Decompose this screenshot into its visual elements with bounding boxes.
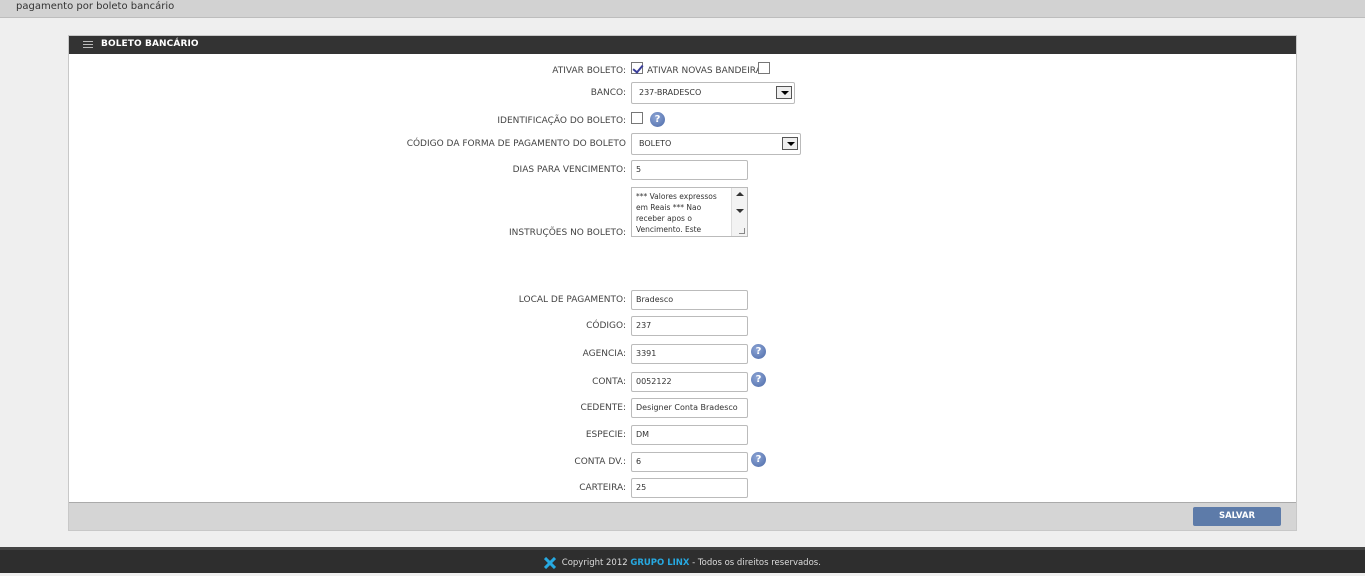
panel-header: BOLETO BANCÁRIO (69, 36, 1296, 54)
rights-text: - Todos os direitos reservados. (692, 558, 821, 568)
carteira-label: CARTEIRA: (579, 483, 626, 493)
page-title: pagamento por boleto bancário (16, 1, 175, 12)
cedente-label: CEDENTE: (580, 403, 626, 413)
ativar-boleto-checkbox[interactable] (631, 62, 643, 74)
boleto-panel: BOLETO BANCÁRIO ATIVAR BOLETO: ATIVAR NO… (68, 35, 1297, 531)
local-pagamento-input[interactable]: Bradesco (631, 290, 748, 310)
codigo-forma-label: CÓDIGO DA FORMA DE PAGAMENTO DO BOLETO (406, 139, 626, 149)
chevron-down-icon[interactable] (782, 137, 798, 150)
ativar-boleto-label: ATIVAR BOLETO: (552, 66, 626, 76)
ativar-bandeiras-checkbox[interactable] (758, 62, 770, 74)
menu-icon[interactable] (83, 41, 93, 49)
copyright-text: Copyright 2012 (561, 558, 628, 568)
local-pagamento-label: LOCAL DE PAGAMENTO: (518, 295, 626, 305)
help-icon[interactable]: ? (751, 452, 766, 467)
cedente-input[interactable]: Designer Conta Bradesco (631, 398, 748, 418)
conta-label: CONTA: (592, 377, 626, 387)
conta-dv-label: CONTA DV.: (574, 457, 626, 467)
instrucoes-value: *** Valores expressos em Reais *** Nao r… (636, 192, 717, 234)
instrucoes-textarea[interactable]: *** Valores expressos em Reais *** Nao r… (631, 187, 748, 237)
resize-grip-icon[interactable] (739, 228, 745, 234)
identificacao-label: IDENTIFICAÇÃO DO BOLETO: (497, 116, 626, 126)
top-bar: pagamento por boleto bancário (0, 0, 1365, 18)
banco-label: BANCO: (590, 88, 626, 98)
dias-vencimento-input[interactable]: 5 (631, 160, 748, 180)
page-footer: Copyright 2012 GRUPO LINX - Todos os dir… (0, 547, 1365, 573)
codigo-forma-value: BOLETO (639, 139, 672, 148)
save-button[interactable]: SALVAR (1193, 507, 1281, 526)
codigo-input[interactable]: 237 (631, 316, 748, 336)
banco-select[interactable]: 237-BRADESCO (631, 82, 795, 104)
agencia-label: AGENCIA: (582, 349, 626, 359)
panel-title: BOLETO BANCÁRIO (101, 39, 199, 49)
banco-value: 237-BRADESCO (639, 88, 702, 97)
identificacao-checkbox[interactable] (631, 112, 643, 124)
dias-vencimento-label: DIAS PARA VENCIMENTO: (512, 165, 626, 175)
help-icon[interactable]: ? (751, 372, 766, 387)
carteira-input[interactable]: 25 (631, 478, 748, 498)
codigo-forma-select[interactable]: BOLETO (631, 133, 801, 155)
scroll-up-icon[interactable] (736, 192, 744, 196)
especie-label: ESPECIE: (585, 430, 626, 440)
codigo-label: CÓDIGO: (586, 321, 626, 331)
panel-footer: SALVAR (69, 502, 1296, 530)
ativar-bandeiras-label: ATIVAR NOVAS BANDEIRAS: (647, 66, 771, 76)
especie-input[interactable]: DM (631, 425, 748, 445)
help-icon[interactable]: ? (650, 112, 665, 127)
brand-link[interactable]: GRUPO LINX (630, 558, 689, 568)
chevron-down-icon[interactable] (776, 86, 792, 99)
agencia-input[interactable]: 3391 (631, 344, 748, 364)
instrucoes-label: INSTRUÇÕES NO BOLETO: (509, 228, 626, 238)
conta-dv-input[interactable]: 6 (631, 452, 748, 472)
conta-input[interactable]: 0052122 (631, 372, 748, 392)
linx-logo-icon (544, 556, 557, 569)
scroll-down-icon[interactable] (736, 209, 744, 213)
help-icon[interactable]: ? (751, 344, 766, 359)
